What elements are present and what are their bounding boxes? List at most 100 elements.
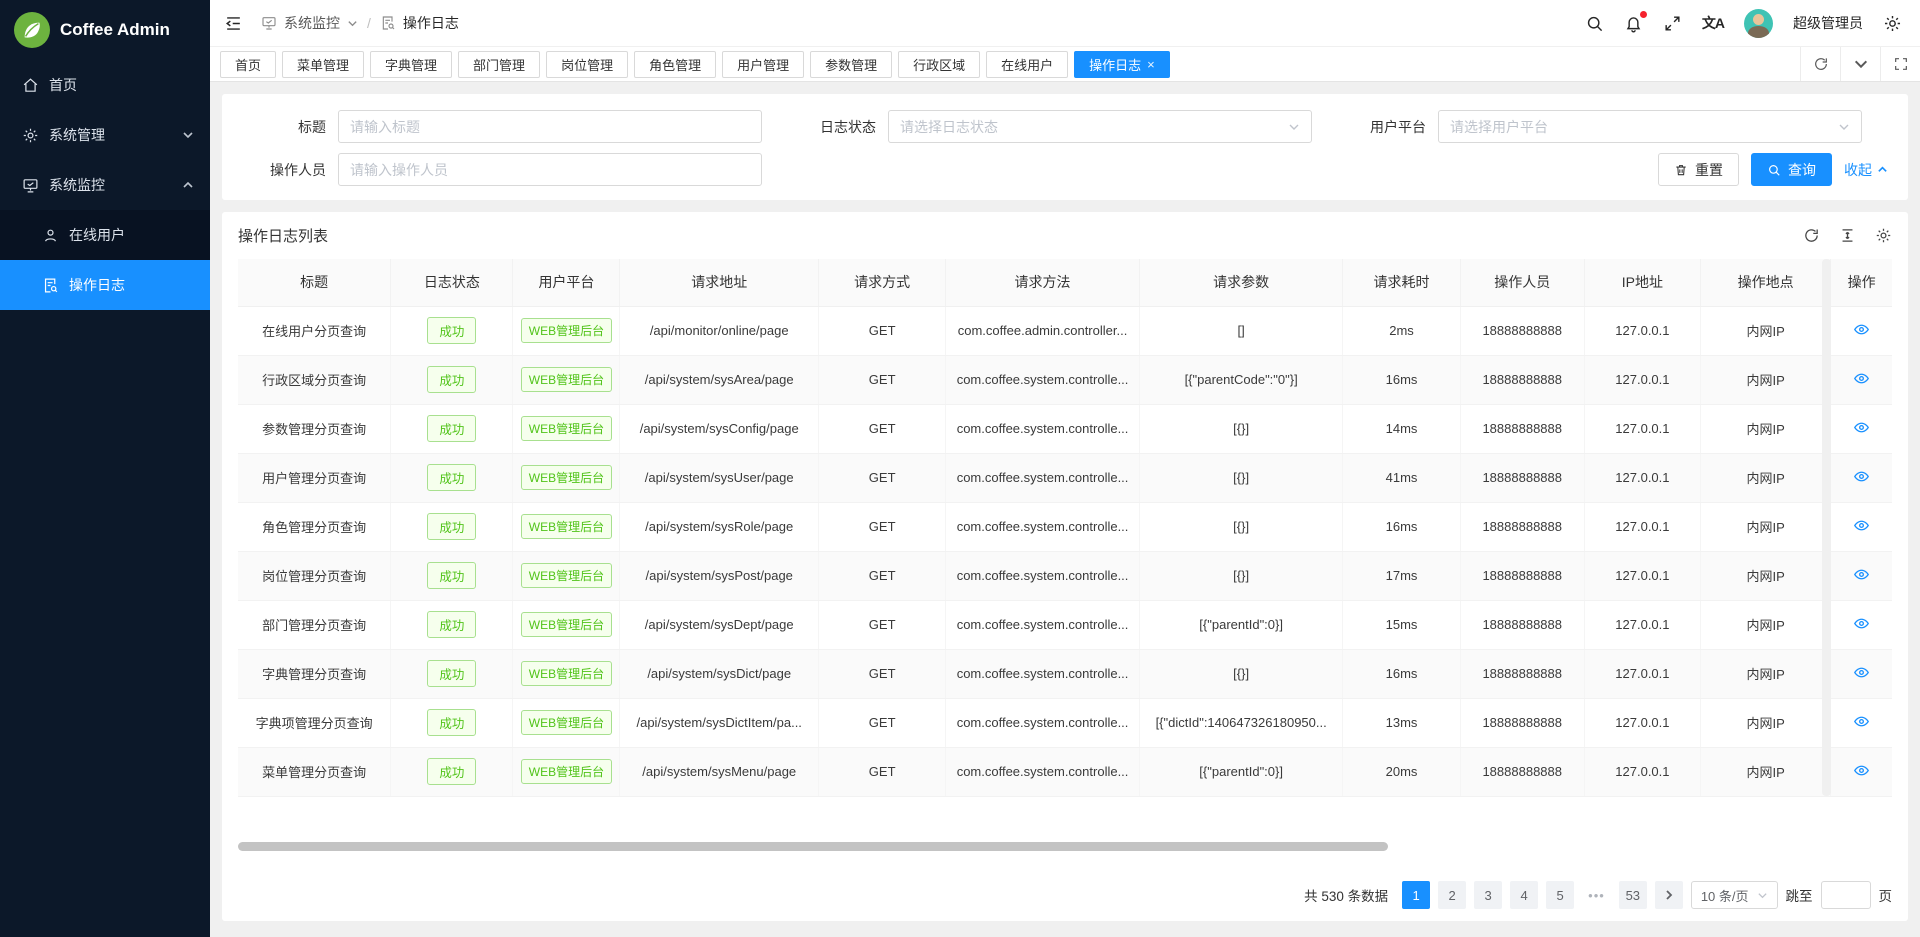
tab-item[interactable]: 参数管理: [810, 51, 892, 78]
topbar-actions: 文A 超级管理员: [1585, 9, 1902, 38]
tab-item[interactable]: 行政区域: [898, 51, 980, 78]
view-detail-button[interactable]: [1853, 468, 1870, 485]
tab-item[interactable]: 字典管理: [370, 51, 452, 78]
operator-placeholder: 请输入操作人员: [350, 160, 448, 180]
breadcrumb-root[interactable]: 系统监控: [284, 13, 340, 33]
cell-request-type: GET: [819, 355, 946, 404]
tab-item[interactable]: 操作日志×: [1074, 51, 1170, 78]
settings-gear-icon[interactable]: [1883, 14, 1902, 33]
sidebar-item-online-users[interactable]: 在线用户: [0, 210, 210, 260]
refresh-tab-icon[interactable]: [1800, 47, 1840, 81]
cell-request-time: 2ms: [1343, 306, 1460, 355]
cell-status: 成功: [391, 502, 513, 551]
collapse-sidebar-icon[interactable]: [224, 14, 243, 33]
close-tab-icon[interactable]: ×: [1147, 58, 1155, 71]
platform-badge: WEB管理后台: [521, 612, 612, 637]
view-detail-button[interactable]: [1853, 517, 1870, 534]
monitor-icon: [261, 15, 277, 31]
column-height-icon[interactable]: [1839, 227, 1856, 244]
breadcrumb: 系统监控 / 操作日志: [261, 13, 459, 33]
column-header: 请求地址: [620, 259, 819, 306]
collapse-filter-link[interactable]: 收起: [1844, 160, 1888, 180]
user-name[interactable]: 超级管理员: [1793, 13, 1863, 33]
cell-request-url: /api/system/sysDictItem/pa...: [620, 698, 819, 747]
cell-actions: [1831, 649, 1892, 698]
status-select[interactable]: 请选择日志状态: [888, 110, 1312, 143]
tab-item[interactable]: 用户管理: [722, 51, 804, 78]
cell-request-params: [{}]: [1139, 502, 1343, 551]
cell-request-url: /api/monitor/online/page: [620, 306, 819, 355]
tab-item[interactable]: 角色管理: [634, 51, 716, 78]
table-row: 字典管理分页查询成功WEB管理后台/api/system/sysDict/pag…: [238, 649, 1892, 698]
view-detail-button[interactable]: [1853, 664, 1870, 681]
cell-status: 成功: [391, 649, 513, 698]
platform-badge: WEB管理后台: [521, 759, 612, 784]
view-detail-button[interactable]: [1853, 566, 1870, 583]
page-button[interactable]: 53: [1619, 881, 1647, 909]
breadcrumb-separator: /: [365, 15, 373, 31]
view-detail-button[interactable]: [1853, 419, 1870, 436]
cell-request-url: /api/system/sysUser/page: [620, 453, 819, 502]
card-bottom: 共 530 条数据 12345•••53 10 条/页 跳至 页: [238, 842, 1892, 921]
status-badge: 成功: [427, 415, 476, 442]
platform-select[interactable]: 请选择用户平台: [1438, 110, 1862, 143]
sidebar-item-system-monitor[interactable]: 系统监控: [0, 160, 210, 210]
tabs-list: 首页菜单管理字典管理部门管理 岗位管理 角色管理用户管理参数管理行政区域在线用户操作…: [220, 51, 1800, 78]
sidebar-item-home[interactable]: 首页: [0, 60, 210, 110]
column-header: 操作地点: [1700, 259, 1830, 306]
page-size-select[interactable]: 10 条/页: [1691, 881, 1778, 909]
search-button[interactable]: 查询: [1751, 153, 1832, 186]
search-icon[interactable]: [1585, 14, 1604, 33]
tab-item[interactable]: 菜单管理: [282, 51, 364, 78]
cell-request-type: GET: [819, 747, 946, 796]
cell-actions: [1831, 747, 1892, 796]
reset-button[interactable]: 重置: [1658, 153, 1739, 186]
page-button[interactable]: 5: [1546, 881, 1574, 909]
notification-bell-icon[interactable]: [1624, 14, 1643, 33]
tab-item[interactable]: 岗位管理: [546, 51, 628, 78]
operator-input[interactable]: 请输入操作人员: [338, 153, 762, 186]
tab-item[interactable]: 部门管理: [458, 51, 540, 78]
search-label: 查询: [1788, 160, 1816, 180]
cell-request-time: 16ms: [1343, 355, 1460, 404]
cell-ip-address: 127.0.0.1: [1584, 551, 1700, 600]
cell-request-params: [{"dictId":140647326180950...: [1139, 698, 1343, 747]
card-header: 操作日志列表: [238, 212, 1892, 259]
next-page-button[interactable]: [1655, 881, 1683, 909]
jump-page-input[interactable]: [1821, 881, 1871, 909]
eye-icon: [1853, 517, 1870, 534]
cell-operator: 18888888888: [1460, 306, 1584, 355]
cell-location: 内网IP: [1700, 600, 1830, 649]
view-detail-button[interactable]: [1853, 713, 1870, 730]
filter-field-platform: 用户平台 请选择用户平台: [1340, 110, 1890, 143]
translate-icon[interactable]: 文A: [1702, 13, 1724, 33]
view-detail-button[interactable]: [1853, 762, 1870, 779]
sidebar-item-system-management[interactable]: 系统管理: [0, 110, 210, 160]
view-detail-button[interactable]: [1853, 321, 1870, 338]
fullscreen-icon[interactable]: [1663, 14, 1682, 33]
chevron-down-icon: [182, 129, 194, 141]
page-button[interactable]: 2: [1438, 881, 1466, 909]
sidebar-item-operation-log[interactable]: 操作日志: [0, 260, 210, 310]
horizontal-scrollbar-thumb[interactable]: [238, 842, 1388, 851]
view-detail-button[interactable]: [1853, 615, 1870, 632]
maximize-content-icon[interactable]: [1880, 47, 1920, 81]
tab-label: 岗位管理: [561, 55, 613, 74]
page-button[interactable]: 3: [1474, 881, 1502, 909]
table-settings-gear-icon[interactable]: [1875, 227, 1892, 244]
tabs-menu-chevron-icon[interactable]: [1840, 47, 1880, 81]
vertical-scrollbar[interactable]: [1822, 259, 1831, 796]
cell-request-url: /api/system/sysPost/page: [620, 551, 819, 600]
view-detail-button[interactable]: [1853, 370, 1870, 387]
cell-request-type: GET: [819, 551, 946, 600]
refresh-icon[interactable]: [1803, 227, 1820, 244]
cell-request-method: com.coffee.system.controlle...: [946, 453, 1140, 502]
page-button[interactable]: 1: [1402, 881, 1430, 909]
avatar[interactable]: [1744, 9, 1773, 38]
sidebar-item-label: 系统监控: [49, 175, 105, 195]
tab-item[interactable]: 首页: [220, 51, 276, 78]
tab-item[interactable]: 在线用户: [986, 51, 1068, 78]
cell-actions: [1831, 502, 1892, 551]
title-input[interactable]: 请输入标题: [338, 110, 762, 143]
page-button[interactable]: 4: [1510, 881, 1538, 909]
